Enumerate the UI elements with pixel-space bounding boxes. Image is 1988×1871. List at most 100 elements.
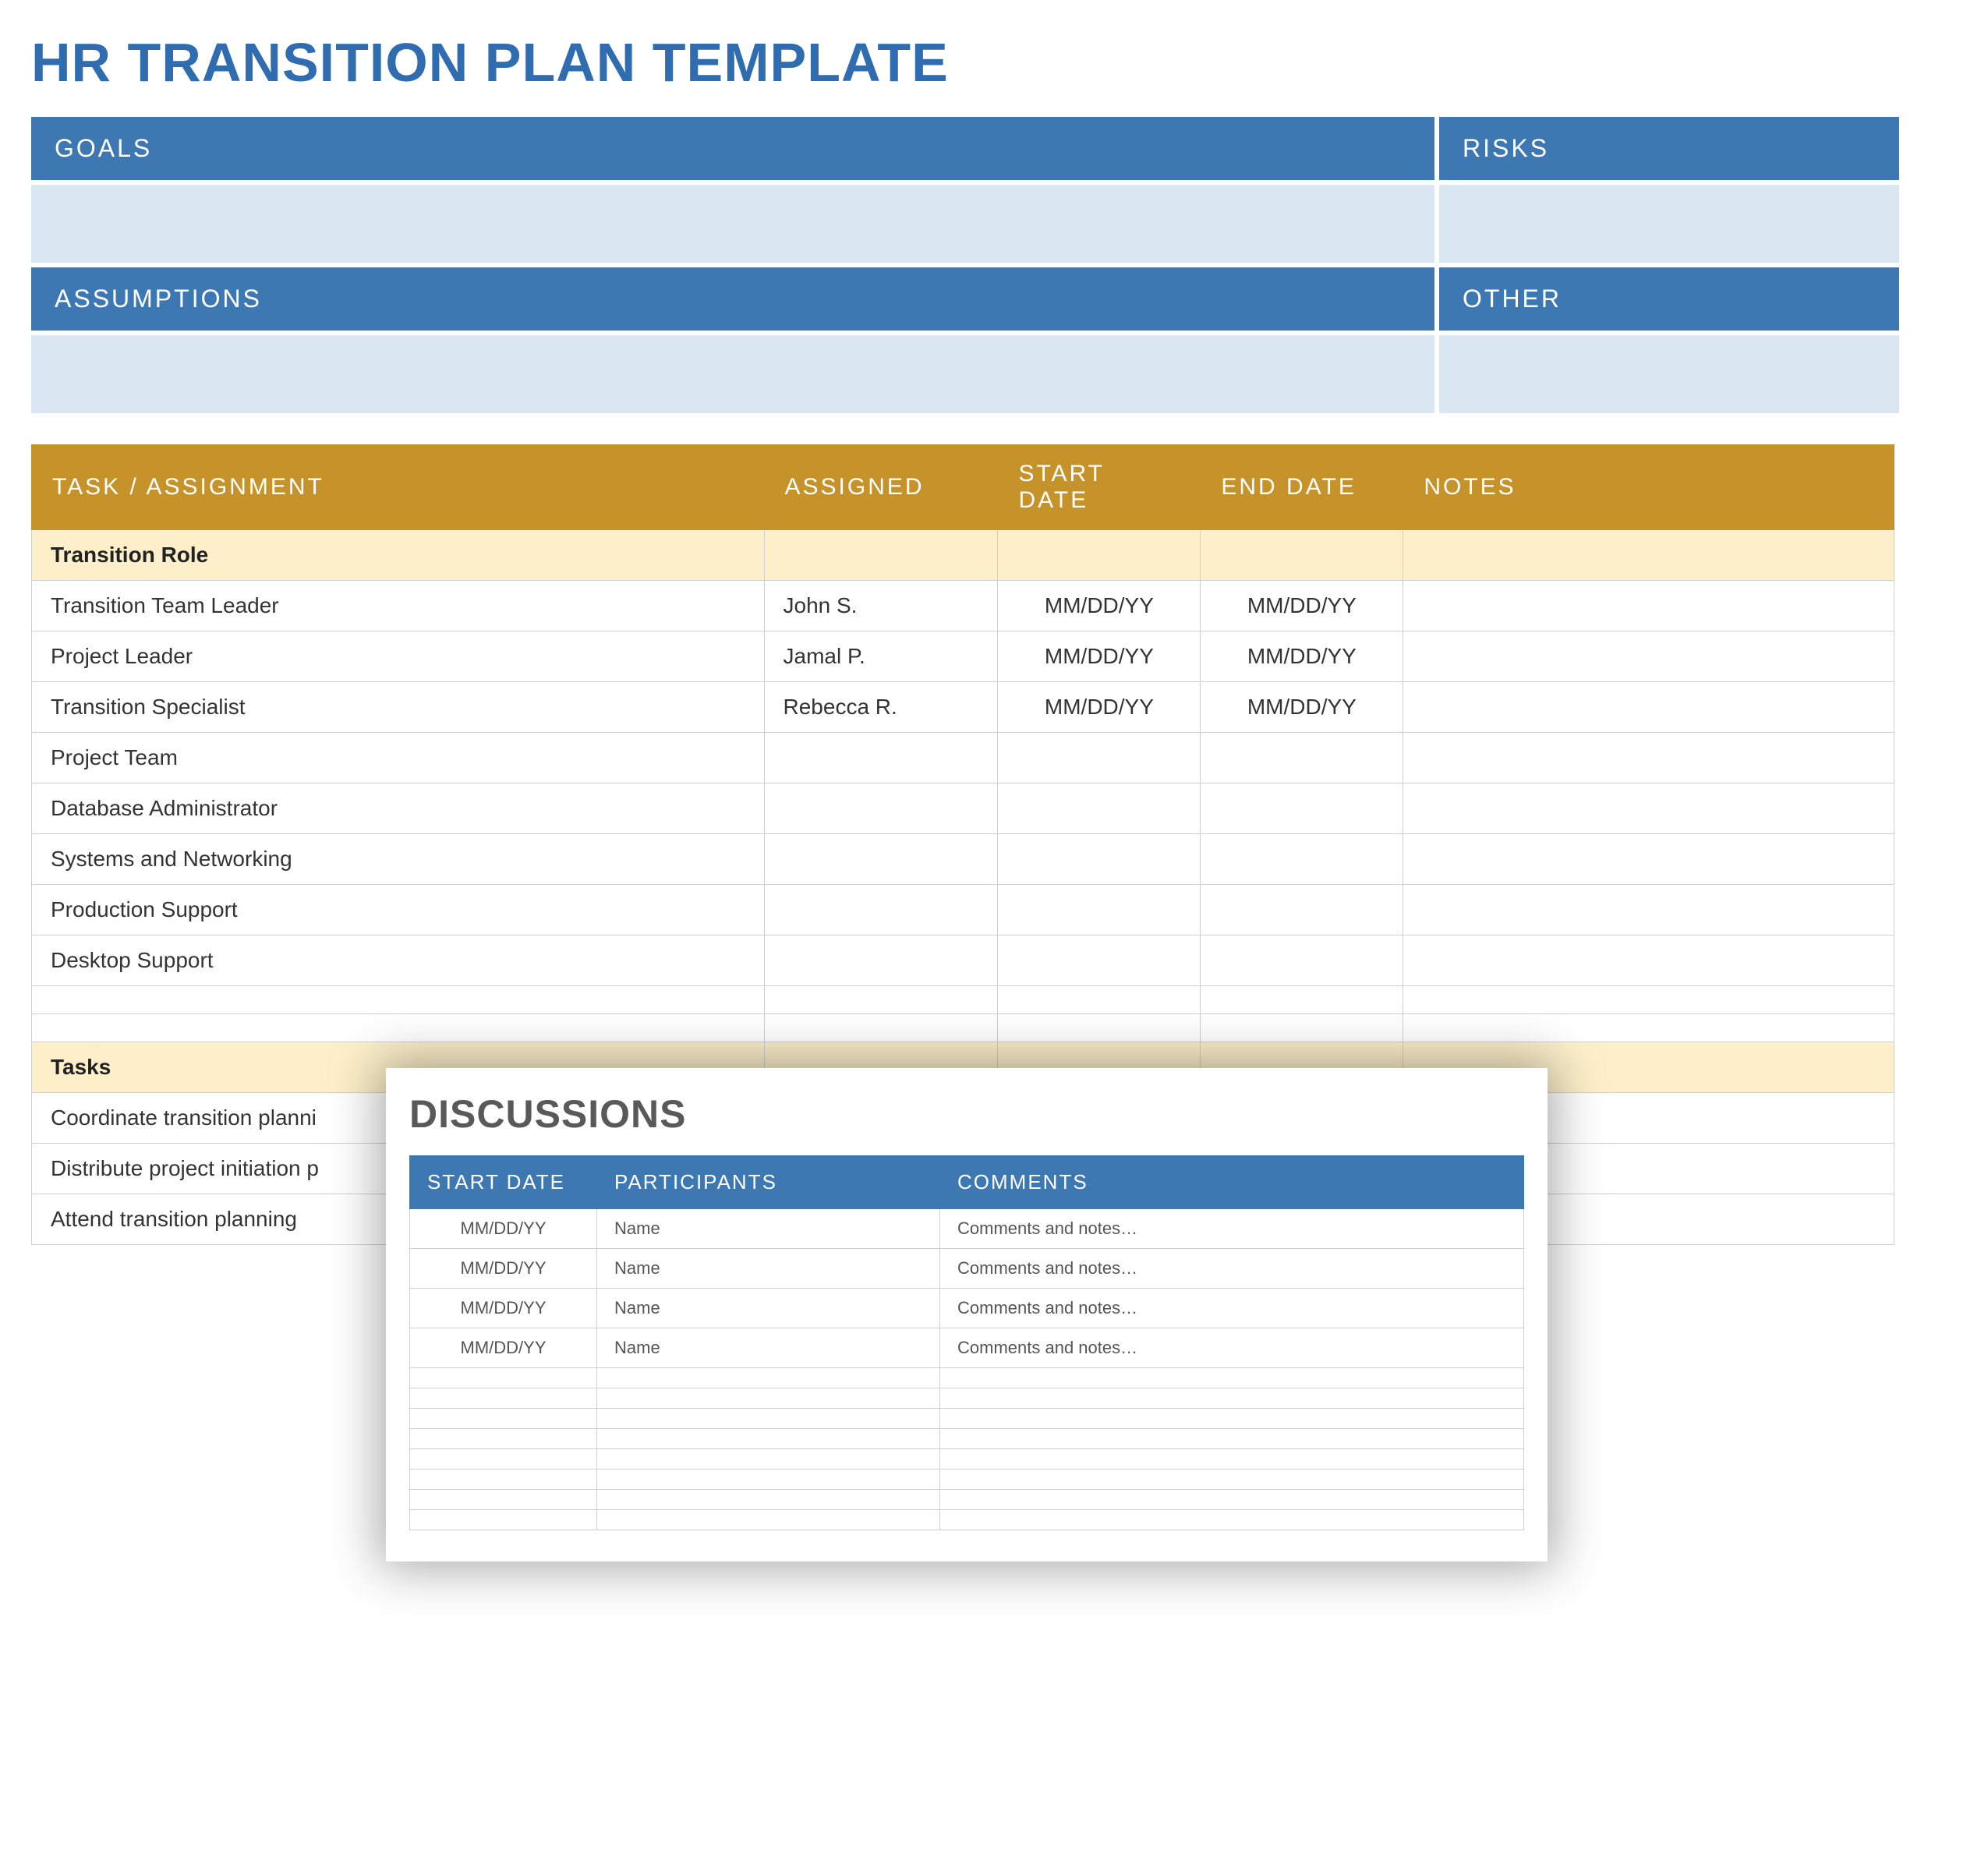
- disc-participants-cell[interactable]: [597, 1429, 940, 1449]
- goals-value[interactable]: [31, 185, 1434, 263]
- disc-start-cell[interactable]: [410, 1490, 597, 1510]
- end-cell[interactable]: [1201, 936, 1403, 986]
- start-cell[interactable]: MM/DD/YY: [998, 631, 1201, 682]
- start-cell[interactable]: [998, 733, 1201, 783]
- start-cell[interactable]: [998, 986, 1201, 1014]
- assigned-cell[interactable]: [764, 986, 998, 1014]
- disc-comments-cell[interactable]: [940, 1429, 1524, 1449]
- start-cell[interactable]: [998, 783, 1201, 834]
- table-row: Database Administrator: [32, 783, 1894, 834]
- disc-start-cell[interactable]: [410, 1368, 597, 1388]
- notes-cell[interactable]: [1403, 885, 1894, 936]
- end-cell[interactable]: MM/DD/YY: [1201, 631, 1403, 682]
- start-cell[interactable]: [998, 834, 1201, 885]
- disc-comments-cell[interactable]: [940, 1388, 1524, 1409]
- task-cell[interactable]: Systems and Networking: [32, 834, 765, 885]
- discussion-row: [410, 1470, 1524, 1490]
- disc-participants-cell[interactable]: [597, 1470, 940, 1490]
- section-row: Transition Role: [32, 530, 1894, 581]
- disc-comments-cell[interactable]: [940, 1490, 1524, 1510]
- notes-cell[interactable]: [1403, 733, 1894, 783]
- disc-comments-cell[interactable]: [940, 1510, 1524, 1530]
- task-cell[interactable]: Production Support: [32, 885, 765, 936]
- assigned-cell[interactable]: John S.: [764, 581, 998, 631]
- disc-comments-cell[interactable]: Comments and notes…: [940, 1328, 1524, 1368]
- disc-start-cell[interactable]: [410, 1409, 597, 1429]
- assigned-cell[interactable]: Jamal P.: [764, 631, 998, 682]
- end-cell[interactable]: [1201, 1014, 1403, 1042]
- disc-comments-cell[interactable]: [940, 1449, 1524, 1470]
- task-cell[interactable]: [32, 1014, 765, 1042]
- notes-cell[interactable]: [1403, 936, 1894, 986]
- section-cell: [764, 530, 998, 581]
- disc-comments-cell[interactable]: Comments and notes…: [940, 1289, 1524, 1328]
- disc-participants-cell[interactable]: [597, 1409, 940, 1429]
- disc-participants-cell[interactable]: [597, 1388, 940, 1409]
- other-value[interactable]: [1439, 335, 1899, 413]
- col-end-header: END DATE: [1201, 445, 1403, 530]
- assumptions-value[interactable]: [31, 335, 1434, 413]
- disc-participants-cell[interactable]: Name: [597, 1328, 940, 1368]
- disc-participants-cell[interactable]: [597, 1510, 940, 1530]
- disc-start-cell[interactable]: MM/DD/YY: [410, 1249, 597, 1289]
- disc-comments-cell[interactable]: [940, 1470, 1524, 1490]
- start-cell[interactable]: MM/DD/YY: [998, 682, 1201, 733]
- notes-cell[interactable]: [1403, 581, 1894, 631]
- end-cell[interactable]: [1201, 885, 1403, 936]
- assigned-cell[interactable]: [764, 1014, 998, 1042]
- assigned-cell[interactable]: [764, 783, 998, 834]
- col-task-header: TASK / ASSIGNMENT: [32, 445, 765, 530]
- section-cell: [1201, 530, 1403, 581]
- disc-comments-cell[interactable]: Comments and notes…: [940, 1209, 1524, 1249]
- end-cell[interactable]: [1201, 733, 1403, 783]
- disc-start-cell[interactable]: [410, 1510, 597, 1530]
- disc-participants-cell[interactable]: [597, 1449, 940, 1470]
- disc-start-cell[interactable]: [410, 1388, 597, 1409]
- task-cell[interactable]: Database Administrator: [32, 783, 765, 834]
- notes-cell[interactable]: [1403, 682, 1894, 733]
- disc-comments-cell[interactable]: [940, 1368, 1524, 1388]
- end-cell[interactable]: [1201, 783, 1403, 834]
- disc-start-cell[interactable]: MM/DD/YY: [410, 1289, 597, 1328]
- start-cell[interactable]: [998, 1014, 1201, 1042]
- disc-col-participants-header: PARTICIPANTS: [597, 1156, 940, 1209]
- notes-cell[interactable]: [1403, 631, 1894, 682]
- disc-participants-cell[interactable]: [597, 1490, 940, 1510]
- disc-start-cell[interactable]: MM/DD/YY: [410, 1328, 597, 1368]
- start-cell[interactable]: MM/DD/YY: [998, 581, 1201, 631]
- disc-participants-cell[interactable]: Name: [597, 1209, 940, 1249]
- end-cell[interactable]: MM/DD/YY: [1201, 682, 1403, 733]
- start-cell[interactable]: [998, 936, 1201, 986]
- disc-start-cell[interactable]: MM/DD/YY: [410, 1209, 597, 1249]
- end-cell[interactable]: [1201, 986, 1403, 1014]
- notes-cell[interactable]: [1403, 1014, 1894, 1042]
- task-table-header-row: TASK / ASSIGNMENT ASSIGNED START DATE EN…: [32, 445, 1894, 530]
- task-cell[interactable]: Transition Specialist: [32, 682, 765, 733]
- disc-comments-cell[interactable]: [940, 1409, 1524, 1429]
- disc-participants-cell[interactable]: Name: [597, 1249, 940, 1289]
- assigned-cell[interactable]: [764, 733, 998, 783]
- assigned-cell[interactable]: [764, 834, 998, 885]
- notes-cell[interactable]: [1403, 986, 1894, 1014]
- disc-start-cell[interactable]: [410, 1429, 597, 1449]
- disc-comments-cell[interactable]: Comments and notes…: [940, 1249, 1524, 1289]
- risks-value[interactable]: [1439, 185, 1899, 263]
- task-cell[interactable]: Transition Team Leader: [32, 581, 765, 631]
- assigned-cell[interactable]: Rebecca R.: [764, 682, 998, 733]
- assigned-cell[interactable]: [764, 885, 998, 936]
- disc-participants-cell[interactable]: Name: [597, 1289, 940, 1328]
- end-cell[interactable]: MM/DD/YY: [1201, 581, 1403, 631]
- start-cell[interactable]: [998, 885, 1201, 936]
- end-cell[interactable]: [1201, 834, 1403, 885]
- notes-cell[interactable]: [1403, 783, 1894, 834]
- notes-cell[interactable]: [1403, 834, 1894, 885]
- task-cell[interactable]: Desktop Support: [32, 936, 765, 986]
- task-cell[interactable]: [32, 986, 765, 1014]
- disc-start-cell[interactable]: [410, 1470, 597, 1490]
- table-row: [32, 1014, 1894, 1042]
- task-cell[interactable]: Project Leader: [32, 631, 765, 682]
- disc-participants-cell[interactable]: [597, 1368, 940, 1388]
- task-cell[interactable]: Project Team: [32, 733, 765, 783]
- assigned-cell[interactable]: [764, 936, 998, 986]
- disc-start-cell[interactable]: [410, 1449, 597, 1470]
